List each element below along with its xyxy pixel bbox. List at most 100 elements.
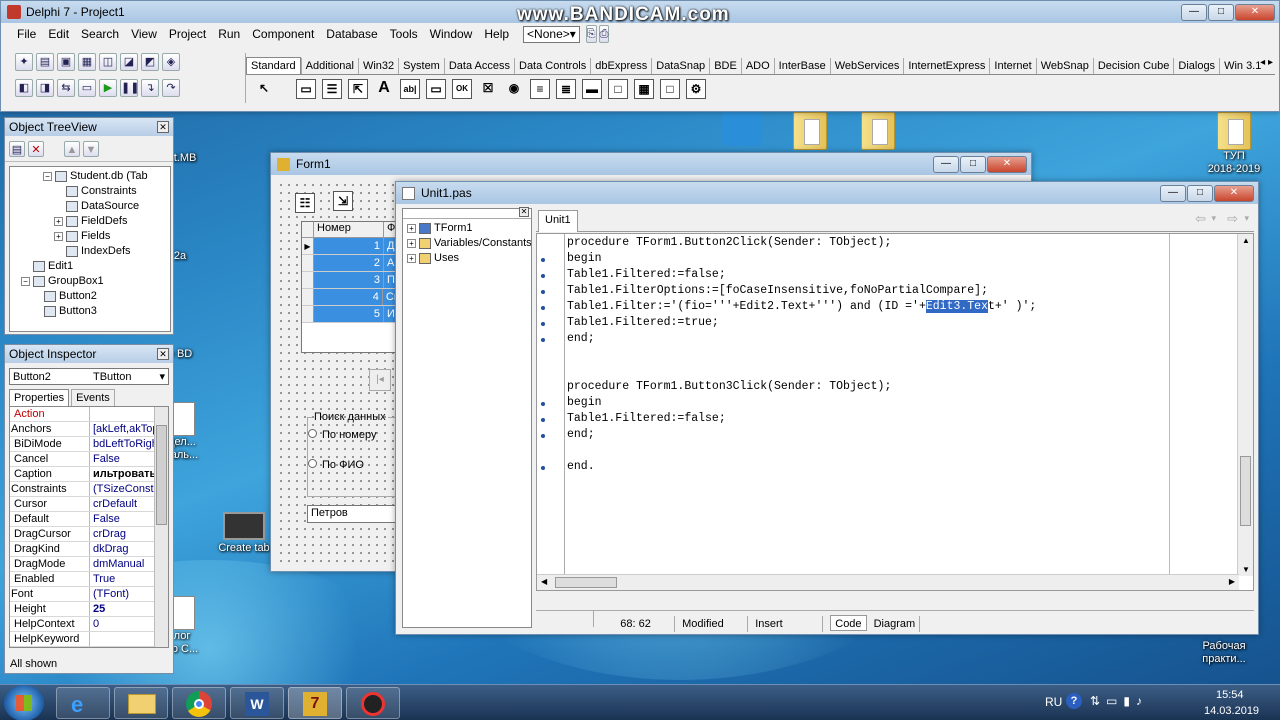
panel-icon[interactable]: □ [660,79,680,99]
nav-back-icon[interactable]: ⇦ [1195,211,1206,227]
tab-events[interactable]: Events [71,389,115,406]
treeview-titlebar[interactable]: Object TreeView ✕ [5,118,173,136]
code-line[interactable]: end. [567,459,1036,475]
new-icon[interactable]: ✦ [15,53,33,71]
grid-cell-number[interactable]: 1 [314,238,384,254]
scroll-right-arrow[interactable]: ▶ [1229,577,1235,586]
code-area[interactable]: procedure TForm1.Button2Click(Sender: TO… [536,233,1254,591]
explorer-item-tform1[interactable]: + TForm1 [407,221,527,236]
taskbar-chrome-button[interactable] [172,687,226,719]
taskbar-ie-button[interactable]: e [56,687,110,719]
close-button[interactable]: ✕ [987,155,1027,173]
property-value[interactable]: True [90,572,158,586]
property-row[interactable]: Font (TFont) [10,587,158,602]
palette-tab[interactable]: Win32 [357,58,398,74]
palette-tab[interactable]: InterBase [773,58,830,74]
breakpoint-dot-icon[interactable] [541,258,545,262]
tree-item[interactable]: − Student.db (Tab [10,169,170,184]
actionlist-icon[interactable]: ⚙ [686,79,706,99]
new-form-icon[interactable]: ▭ [78,79,96,97]
palette-tab[interactable]: Data Controls [514,58,590,74]
tree-item[interactable]: Button2 [10,289,170,304]
grid-cell-number[interactable]: 5 [314,306,384,322]
expand-icon[interactable]: + [54,216,63,226]
property-row[interactable]: DragCursor crDrag [10,527,158,542]
tab-diagram[interactable]: Diagram [870,616,921,632]
property-value[interactable]: (TFont) [90,587,158,601]
breakpoint-dot-icon[interactable] [541,322,545,326]
grid-cell-number[interactable]: 4 [313,289,383,305]
frame-icon[interactable]: ▭ [296,79,316,99]
desktop-icon[interactable] [704,112,780,146]
palette-tab[interactable]: Win 3.1 [1219,58,1265,74]
add-file-icon[interactable]: ◪ [120,53,138,71]
expand-icon[interactable]: + [407,238,416,248]
datasource-component-icon[interactable]: ⇲ [333,191,353,211]
fio-edit[interactable]: Петров [307,505,397,523]
code-line[interactable]: procedure TForm1.Button3Click(Sender: TO… [567,379,1036,395]
pause-icon[interactable]: ❚❚ [120,79,139,97]
palette-tab[interactable]: ADO [740,58,774,74]
tree-item[interactable]: Button3 [10,304,170,319]
minimize-button[interactable]: — [1160,184,1186,202]
edit-icon[interactable]: ab| [400,79,420,99]
form1-titlebar[interactable]: Form1 — □ ✕ [271,153,1031,175]
close-button[interactable]: ✕ [1214,184,1254,202]
property-value[interactable]: 0 [90,617,158,631]
grid-header-fio[interactable]: Ф [384,222,395,237]
nav-forward-icon[interactable]: ⇨ [1227,211,1238,227]
view-form-icon[interactable]: ◨ [36,79,54,97]
popup-menu-icon[interactable]: ⇱ [348,79,368,99]
close-button[interactable]: ✕ [1235,3,1275,21]
property-value[interactable] [90,632,158,646]
menu-view[interactable]: View [125,27,163,41]
desktop-icon[interactable] [772,112,848,150]
table-component-icon[interactable]: ☷ [295,193,315,213]
code-line[interactable]: begin [567,251,1036,267]
grid-row[interactable]: 5И [302,306,400,323]
property-value[interactable]: dmManual [90,557,158,571]
palette-tab[interactable]: WebSnap [1035,58,1093,74]
minimize-button[interactable]: — [933,155,959,173]
code-line[interactable]: Table1.Filtered:=false; [567,267,1036,283]
language-indicator[interactable]: RU [1045,695,1062,709]
menu-project[interactable]: Project [163,27,212,41]
chevron-down-icon[interactable]: ▾ [1244,213,1249,224]
property-row[interactable]: Enabled True [10,572,158,587]
radio-by-fio[interactable] [308,459,317,468]
step-over-icon[interactable]: ↷ [162,79,180,97]
collapse-icon[interactable]: − [43,171,52,181]
grid-row[interactable]: 2А [302,255,400,272]
pointer-icon[interactable]: ↖ [254,79,274,99]
radiobutton-icon[interactable]: ◉ [504,79,524,99]
palette-tab[interactable]: Dialogs [1173,58,1219,74]
expand-icon[interactable]: + [407,253,416,263]
property-row[interactable]: HelpKeyword [10,632,158,647]
grid-cell-number[interactable]: 3 [314,272,384,288]
desktop-icon[interactable]: Рабочая практи... [1186,640,1262,666]
save-all-icon[interactable]: ▦ [78,53,96,71]
taskbar-explorer-button[interactable] [114,687,168,719]
tree-item[interactable]: DataSource [10,199,170,214]
expand-icon[interactable]: + [407,223,416,233]
property-value[interactable]: crDrag [90,527,158,541]
property-value[interactable]: ильтровать [90,467,158,481]
property-row[interactable]: Anchors [akLeft,akTop [10,422,158,437]
memo-icon[interactable]: ▭ [426,79,446,99]
palette-scroll-arrows[interactable]: ◂ ▸ [1260,57,1273,68]
property-row[interactable]: Constraints (TSizeConstra [10,482,158,497]
property-row[interactable]: DragKind dkDrag [10,542,158,557]
tree-item[interactable]: + FieldDefs [10,214,170,229]
breakpoint-dot-icon[interactable] [541,274,545,278]
menu-search[interactable]: Search [75,27,125,41]
code-line[interactable] [567,363,1036,379]
code-line[interactable]: Table1.Filtered:=true; [567,315,1036,331]
collapse-icon[interactable]: ▤ [9,140,25,157]
listbox-icon[interactable]: ≡ [530,79,550,99]
grid-row[interactable]: 3П [302,272,400,289]
maximize-button[interactable]: □ [1208,3,1234,21]
grid-header-number[interactable]: Номер [314,222,384,237]
tree-item[interactable]: IndexDefs [10,244,170,259]
code-line[interactable] [567,347,1036,363]
minimize-button[interactable]: — [1181,3,1207,21]
